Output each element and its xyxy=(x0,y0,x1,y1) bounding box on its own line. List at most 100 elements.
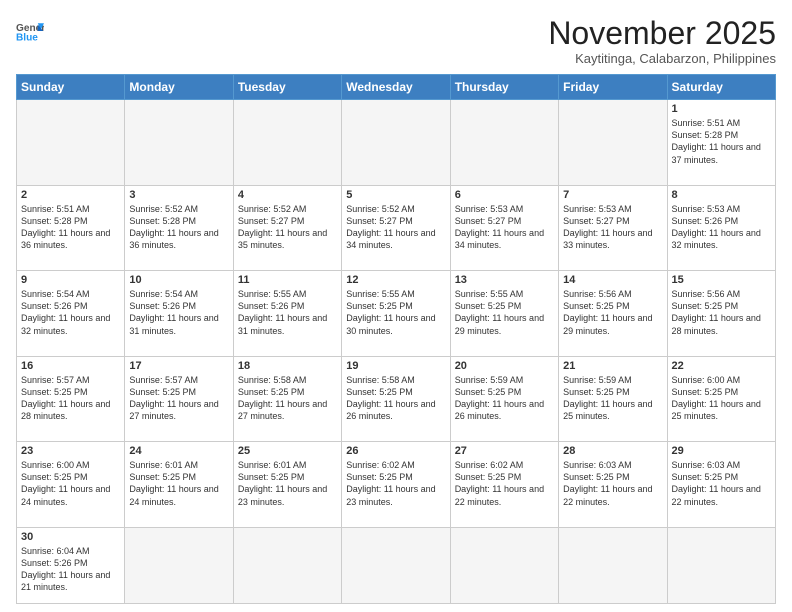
day-number: 29 xyxy=(672,445,771,457)
sunset: Sunset: 5:28 PM xyxy=(672,130,739,140)
calendar-day-empty xyxy=(233,527,341,603)
calendar-week-row: 1Sunrise: 5:51 AMSunset: 5:28 PMDaylight… xyxy=(17,100,776,186)
day-info: Sunrise: 5:55 AMSunset: 5:25 PMDaylight:… xyxy=(346,288,445,337)
day-number: 18 xyxy=(238,360,337,372)
calendar-day-20: 20Sunrise: 5:59 AMSunset: 5:25 PMDayligh… xyxy=(450,356,558,442)
day-info: Sunrise: 5:51 AM Sunset: 5:28 PM Daylight:… xyxy=(21,203,120,252)
day-info: Sunrise: 5:54 AMSunset: 5:26 PMDaylight:… xyxy=(129,288,228,337)
daylight: Daylight: 11 hours and 21 minutes. xyxy=(21,570,110,592)
day-info: Sunrise: 6:02 AMSunset: 5:25 PMDaylight:… xyxy=(455,459,554,508)
sunrise: Sunrise: 5:58 AM xyxy=(238,375,307,385)
calendar-day-7: 7 Sunrise: 5:53 AMSunset: 5:27 PMDaylight… xyxy=(559,185,667,271)
calendar-day-empty xyxy=(450,100,558,186)
day-number: 11 xyxy=(238,274,337,286)
daylight: Daylight: 11 hours and 22 minutes. xyxy=(455,484,544,506)
title-block: November 2025 Kaytitinga, Calabarzon, Ph… xyxy=(548,16,776,66)
sunrise: Sunrise: 5:59 AM xyxy=(563,375,632,385)
weekday-header-friday: Friday xyxy=(559,75,667,100)
day-number: 30 xyxy=(21,531,120,543)
sunset: Sunset: 5:27 PM xyxy=(238,216,305,226)
sunset: Sunset: 5:25 PM xyxy=(563,301,630,311)
weekday-header-sunday: Sunday xyxy=(17,75,125,100)
daylight: Daylight: 11 hours and 25 minutes. xyxy=(563,399,652,421)
day-info: Sunrise: 5:57 AMSunset: 5:25 PMDaylight:… xyxy=(129,374,228,423)
sunrise: Sunrise: 5:52 AM xyxy=(238,204,307,214)
logo: General Blue xyxy=(16,20,44,42)
page: General Blue November 2025 Kaytitinga, C… xyxy=(0,0,792,612)
day-info: Sunrise: 5:53 AMSunset: 5:27 PMDaylight:… xyxy=(563,203,662,252)
calendar-day-14: 14Sunrise: 5:56 AMSunset: 5:25 PMDayligh… xyxy=(559,271,667,357)
day-info: Sunrise: 5:53 AMSunset: 5:27 PMDaylight:… xyxy=(455,203,554,252)
sunset: Sunset: 5:25 PM xyxy=(672,301,739,311)
calendar-day-29: 29Sunrise: 6:03 AMSunset: 5:25 PMDayligh… xyxy=(667,442,775,528)
day-number: 7 xyxy=(563,189,662,201)
sunset: Sunset: 5:28 PM xyxy=(21,216,88,226)
calendar-day-22: 22Sunrise: 6:00 AMSunset: 5:25 PMDayligh… xyxy=(667,356,775,442)
calendar-week-row: 23Sunrise: 6:00 AMSunset: 5:25 PMDayligh… xyxy=(17,442,776,528)
day-number: 15 xyxy=(672,274,771,286)
day-number: 28 xyxy=(563,445,662,457)
calendar-week-row: 16Sunrise: 5:57 AMSunset: 5:25 PMDayligh… xyxy=(17,356,776,442)
day-number: 21 xyxy=(563,360,662,372)
calendar-day-8: 8Sunrise: 5:53 AMSunset: 5:26 PMDaylight… xyxy=(667,185,775,271)
calendar-day-24: 24Sunrise: 6:01 AMSunset: 5:25 PMDayligh… xyxy=(125,442,233,528)
day-number: 22 xyxy=(672,360,771,372)
weekday-header-thursday: Thursday xyxy=(450,75,558,100)
sunset: Sunset: 5:26 PM xyxy=(672,216,739,226)
day-info: Sunrise: 5:58 AMSunset: 5:25 PMDaylight:… xyxy=(238,374,337,423)
daylight: Daylight: 11 hours and 27 minutes. xyxy=(238,399,327,421)
calendar-day-30: 30 Sunrise: 6:04 AMSunset: 5:26 PMDayligh… xyxy=(17,527,125,603)
calendar-day-empty xyxy=(342,100,450,186)
sunrise: Sunrise: 5:54 AM xyxy=(21,289,90,299)
calendar-day-19: 19Sunrise: 5:58 AMSunset: 5:25 PMDayligh… xyxy=(342,356,450,442)
sunrise: Sunrise: 6:02 AM xyxy=(455,460,524,470)
calendar-table: SundayMondayTuesdayWednesdayThursdayFrid… xyxy=(16,74,776,604)
sunrise: Sunrise: 6:01 AM xyxy=(238,460,307,470)
weekday-header-monday: Monday xyxy=(125,75,233,100)
day-info: Sunrise: 6:04 AMSunset: 5:26 PMDaylight:… xyxy=(21,545,120,594)
day-number: 5 xyxy=(346,189,445,201)
sunset: Sunset: 5:28 PM xyxy=(129,216,196,226)
sunrise: Sunrise: 5:54 AM xyxy=(129,289,198,299)
daylight: Daylight: 11 hours and 22 minutes. xyxy=(563,484,652,506)
sunrise: Sunrise: 5:58 AM xyxy=(346,375,415,385)
daylight: Daylight: 11 hours and 30 minutes. xyxy=(346,313,435,335)
calendar-day-17: 17 Sunrise: 5:57 AMSunset: 5:25 PMDayligh… xyxy=(125,356,233,442)
sunset: Sunset: 5:27 PM xyxy=(563,216,630,226)
day-info: Sunrise: 6:00 AMSunset: 5:25 PMDaylight:… xyxy=(21,459,120,508)
day-number: 10 xyxy=(129,274,228,286)
calendar-day-empty xyxy=(667,527,775,603)
calendar-week-row: 30 Sunrise: 6:04 AMSunset: 5:26 PMDayligh… xyxy=(17,527,776,603)
day-info: Sunrise: 5:58 AMSunset: 5:25 PMDaylight:… xyxy=(346,374,445,423)
sunset: Sunset: 5:26 PM xyxy=(238,301,305,311)
sunrise: Sunrise: 5:57 AM xyxy=(21,375,90,385)
logo-icon: General Blue xyxy=(16,20,44,42)
sunrise: Sunrise: 6:00 AM xyxy=(672,375,741,385)
weekday-header-wednesday: Wednesday xyxy=(342,75,450,100)
day-info: Sunrise: 6:03 AMSunset: 5:25 PMDaylight:… xyxy=(563,459,662,508)
calendar-week-row: 9Sunrise: 5:54 AMSunset: 5:26 PMDaylight… xyxy=(17,271,776,357)
calendar-day-empty xyxy=(233,100,341,186)
sunrise: Sunrise: 5:51 AM xyxy=(21,204,90,214)
calendar-day-empty xyxy=(125,100,233,186)
calendar-day-27: 27Sunrise: 6:02 AMSunset: 5:25 PMDayligh… xyxy=(450,442,558,528)
daylight: Daylight: 11 hours and 36 minutes. xyxy=(21,228,110,250)
calendar-day-4: 4Sunrise: 5:52 AMSunset: 5:27 PMDaylight… xyxy=(233,185,341,271)
calendar-day-16: 16Sunrise: 5:57 AMSunset: 5:25 PMDayligh… xyxy=(17,356,125,442)
sunrise: Sunrise: 6:03 AM xyxy=(563,460,632,470)
day-number: 16 xyxy=(21,360,120,372)
daylight: Daylight: 11 hours and 22 minutes. xyxy=(672,484,761,506)
sunrise: Sunrise: 6:00 AM xyxy=(21,460,90,470)
day-number: 2 xyxy=(21,189,120,201)
calendar-day-1: 1Sunrise: 5:51 AMSunset: 5:28 PMDaylight… xyxy=(667,100,775,186)
calendar-day-10: 10 Sunrise: 5:54 AMSunset: 5:26 PMDayligh… xyxy=(125,271,233,357)
calendar-week-row: 2 Sunrise: 5:51 AM Sunset: 5:28 PM Daylight… xyxy=(17,185,776,271)
sunset: Sunset: 5:25 PM xyxy=(563,387,630,397)
weekday-header-tuesday: Tuesday xyxy=(233,75,341,100)
sunrise: Sunrise: 5:52 AM xyxy=(129,204,198,214)
svg-text:Blue: Blue xyxy=(16,32,38,42)
sunrise: Sunrise: 6:02 AM xyxy=(346,460,415,470)
calendar-day-3: 3Sunrise: 5:52 AMSunset: 5:28 PMDaylight… xyxy=(125,185,233,271)
sunset: Sunset: 5:25 PM xyxy=(455,387,522,397)
day-number: 17 xyxy=(129,360,228,372)
